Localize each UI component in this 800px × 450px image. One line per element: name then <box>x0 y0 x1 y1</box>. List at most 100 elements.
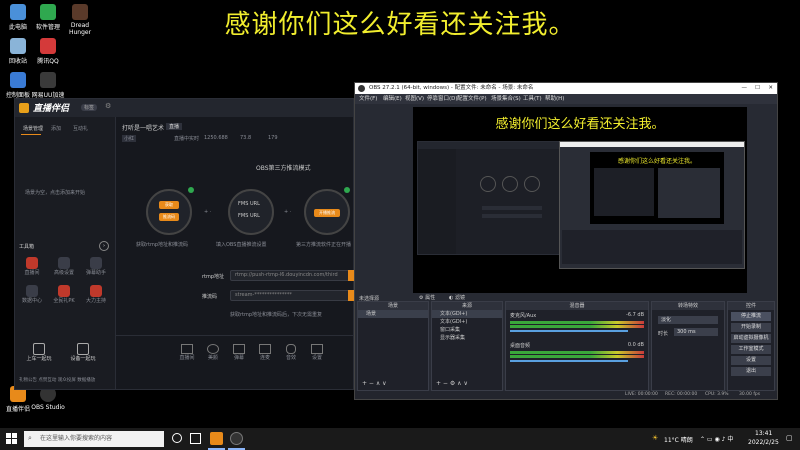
tool-label: 弹幕助手 <box>85 270 106 276</box>
volume-slider[interactable] <box>510 360 628 362</box>
minimize-icon[interactable]: — <box>742 83 748 94</box>
mic-icon <box>286 344 296 354</box>
bottom-device-play[interactable]: 设备一起玩 <box>63 343 103 362</box>
control-panel-icon <box>10 72 26 88</box>
clock-time[interactable]: 13:41 <box>755 430 772 437</box>
status-viewers: 1250.688 <box>204 135 228 141</box>
windows-start-icon[interactable] <box>6 433 17 444</box>
tool-danmu[interactable]: 弹幕助手 <box>83 257 109 276</box>
stop-stream-button[interactable]: 停止推流 <box>731 312 771 321</box>
maximize-icon[interactable]: ☐ <box>755 83 760 94</box>
connect-icon <box>259 344 271 354</box>
menu-profile[interactable]: 配置文件(P) <box>457 94 487 104</box>
computer-icon <box>10 4 26 20</box>
tray-icons[interactable]: ⌃ ▭ ◉ ♪ 中 <box>700 434 733 443</box>
cortana-icon[interactable] <box>172 433 182 443</box>
desktop-icon-label: OBS Studio <box>31 404 65 411</box>
obs-preview[interactable]: 感谢你们这么好看还关注我。 感谢你们这么好看还关注我。 <box>413 107 747 293</box>
bottom-toolbar: 直播间 美颜 弹幕 连麦 音效 设置 <box>116 335 353 374</box>
bottom-tool[interactable]: 美颜 <box>202 344 224 361</box>
car-icon <box>33 343 45 355</box>
tool-data[interactable]: 数据中心 <box>19 285 45 304</box>
volume-slider[interactable] <box>510 330 628 332</box>
desktop-icon-software-manager[interactable]: 软件管理 <box>30 4 66 31</box>
zhibo-sidebar: 场景管理 添加 互动礼 场景为空，点击添加来开始 工具箱 › 直播间 高级设置 … <box>15 117 116 389</box>
bottom-play-together[interactable]: 上车一起玩 <box>19 343 59 362</box>
settings-button[interactable]: 设置 <box>731 356 771 365</box>
transition-select[interactable]: 淡化 <box>658 316 718 324</box>
cpu-usage: CPU: 3.9% <box>705 392 729 397</box>
desktop-icon-uu[interactable]: 网易UU加速 <box>30 72 66 99</box>
host-icon <box>90 285 102 297</box>
scene-item[interactable]: 场景 <box>358 310 428 318</box>
bottom-tool[interactable]: 连麦 <box>254 344 276 361</box>
mixer-dock-title: 混音器 <box>506 302 648 310</box>
step-1-button[interactable]: 获取 <box>159 201 179 209</box>
menu-docks[interactable]: 停靠窗口(D) <box>427 94 458 104</box>
step-2-inner-label: FMS URL <box>238 213 260 219</box>
tool-pk[interactable]: 全民礼PK <box>51 285 77 304</box>
key-field[interactable]: stream-*************** <box>230 290 354 301</box>
tab-add[interactable]: 添加 <box>51 125 61 132</box>
menu-help[interactable]: 帮助(H) <box>545 94 564 104</box>
source-item[interactable]: 文本(GDI+) <box>432 310 502 318</box>
menu-view[interactable]: 视图(V) <box>405 94 424 104</box>
tool-live-room[interactable]: 直播间 <box>19 257 45 276</box>
settings-icon[interactable]: ⚙ <box>105 102 111 110</box>
task-view-icon[interactable] <box>190 433 201 444</box>
channel-db: -6.7 dB <box>626 312 644 318</box>
scenes-toolbar[interactable]: + − ∧ ∨ <box>362 380 387 387</box>
sources-dock: 来源 文本(GDI+) 文本(GDI+) 窗口采集 显示器采集 + − ⚙ ∧ … <box>431 301 503 391</box>
step-1-inner-label[interactable]: 推流码 <box>159 213 179 221</box>
obs-title: OBS 27.2.1 (64-bit, windows) - 配置文件: 未命名… <box>369 85 534 91</box>
filters-button[interactable]: ◐ 滤镜 <box>449 294 465 301</box>
controls-dock-title: 控件 <box>728 302 774 310</box>
desktop-icon-qq[interactable]: 腾讯QQ <box>30 38 66 65</box>
virtual-camera-button[interactable]: 启动虚拟摄像机 <box>731 334 771 343</box>
tab-scene-manager[interactable]: 场景管理 <box>23 125 43 132</box>
game-icon <box>72 4 88 20</box>
tool-host[interactable]: 大力主持 <box>83 285 109 304</box>
rtmp-field[interactable]: rtmp://push-rtmp-l6.douyincdn.com/third <box>230 270 354 281</box>
source-item[interactable]: 显示器采集 <box>432 334 502 342</box>
sources-toolbar[interactable]: + − ⚙ ∧ ∨ <box>436 380 468 387</box>
step-1-caption: 获取rtmp地址和推流码 <box>136 242 189 248</box>
step-2-button: FMS URL <box>238 201 260 207</box>
clock-date[interactable]: 2022/2/25 <box>748 439 779 446</box>
taskbar-obs-icon[interactable] <box>230 432 243 445</box>
status-user: 小红 <box>122 135 137 142</box>
bottom-tool[interactable]: 弹幕 <box>228 344 250 361</box>
tool-advanced[interactable]: 高级设置 <box>51 257 77 276</box>
menu-tools[interactable]: 工具(T) <box>523 94 542 104</box>
weather-text[interactable]: 11°C 晴朗 <box>664 435 693 444</box>
stream-title: 打听是一唱艺术 <box>122 125 165 132</box>
bottom-tool[interactable]: 设置 <box>306 344 328 361</box>
toolbox-arrow-icon[interactable]: › <box>99 241 109 251</box>
close-icon[interactable]: ✕ <box>768 83 773 94</box>
menu-edit[interactable]: 编辑(E) <box>383 94 402 104</box>
obs-window: OBS 27.2.1 (64-bit, windows) - 配置文件: 未命名… <box>354 82 778 400</box>
desktop-icon-dread-hunger[interactable]: Dread Hunger <box>62 4 98 36</box>
transitions-dock-title: 转场特效 <box>652 302 724 310</box>
properties-button[interactable]: ⚙ 属性 <box>419 294 435 301</box>
exit-button[interactable]: 退出 <box>731 367 771 376</box>
status-live: 直播中实时 <box>174 136 200 142</box>
duration-input[interactable]: 300 ms <box>674 328 718 336</box>
bottom-tool[interactable]: 直播间 <box>176 344 198 361</box>
start-recording-button[interactable]: 开始录制 <box>731 323 771 332</box>
menu-scene-collection[interactable]: 场景集合(S) <box>491 94 521 104</box>
studio-mode-button[interactable]: 工作室模式 <box>731 345 771 354</box>
search-input[interactable]: 在这里输入你要搜索的内容 <box>24 431 164 447</box>
bottom-tool[interactable]: 音效 <box>280 344 302 361</box>
notification-icon[interactable]: ▢ <box>786 434 793 442</box>
source-item[interactable]: 文本(GDI+) <box>432 318 502 326</box>
obs-mode-title: OBS第三方推流模式 <box>256 165 311 172</box>
step-3-button[interactable]: 开播推流 <box>314 209 340 217</box>
desktop-icon-label: 腾讯QQ <box>37 58 59 65</box>
tab-interaction[interactable]: 互动礼 <box>73 125 88 132</box>
source-item[interactable]: 窗口采集 <box>432 326 502 334</box>
software-manager-icon <box>40 4 56 20</box>
menu-file[interactable]: 文件(F) <box>359 94 377 104</box>
zhibo-titlebar: 直播伴侣 标签 ⚙ <box>15 99 353 117</box>
taskbar-zhibo-icon[interactable] <box>210 432 223 445</box>
